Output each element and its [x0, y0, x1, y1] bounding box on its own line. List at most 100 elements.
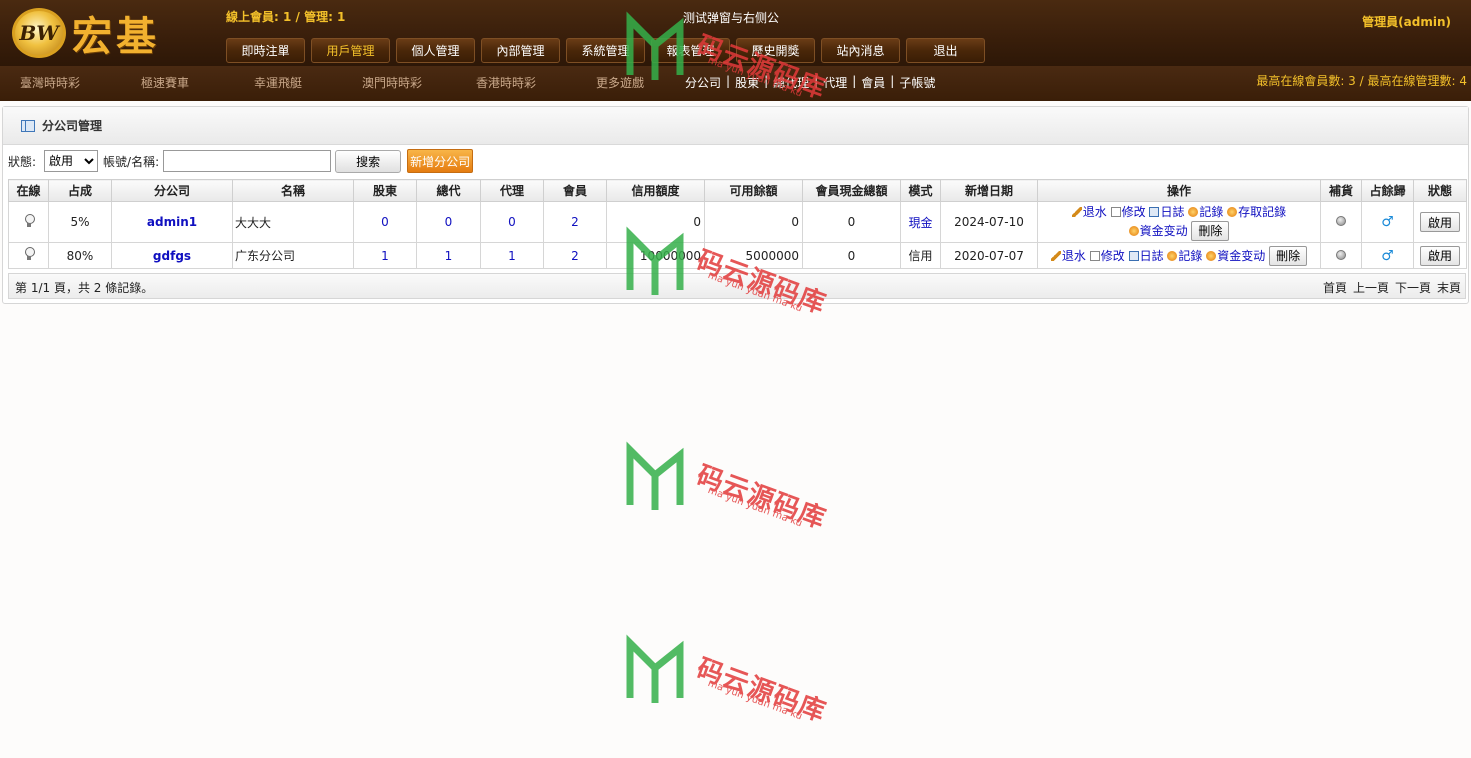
branch-link[interactable]: admin1 — [147, 215, 197, 229]
game-link-taiwan[interactable]: 臺灣時時彩 — [20, 74, 80, 91]
menu-reports[interactable]: 報表管理 — [651, 38, 730, 63]
pager-info: 第 1/1 頁，共 2 條記錄。 — [15, 281, 154, 295]
col-available: 可用餘額 — [704, 179, 803, 202]
mode-cell: 信用 — [900, 242, 941, 269]
mode-link[interactable]: 現金 — [908, 216, 932, 230]
male-icon[interactable]: ♂ — [1381, 214, 1394, 230]
op-fund-change[interactable]: 資金变动 — [1206, 249, 1265, 263]
sub-link-agent[interactable]: 代理 — [823, 74, 847, 91]
agent-count-link[interactable]: 0 — [508, 215, 516, 229]
logo-text: 宏基 — [72, 13, 160, 60]
sub-link-branch[interactable]: 分公司 — [685, 74, 721, 91]
op-record[interactable]: 記錄 — [1167, 249, 1202, 263]
panel-title-bar: 分公司管理 — [3, 107, 1468, 145]
edit-icon — [1110, 206, 1121, 217]
col-operations: 操作 — [1037, 179, 1321, 202]
delete-button[interactable]: 刪除 — [1269, 245, 1308, 266]
sub-link-shareholder[interactable]: 股東 — [735, 74, 759, 91]
window-icon — [21, 119, 35, 132]
branch-cell: admin1 — [111, 201, 233, 243]
op-edit[interactable]: 修改 — [1110, 205, 1146, 219]
online-cell — [8, 201, 49, 243]
branch-cell: gdfgs — [111, 242, 233, 269]
game-link-macau[interactable]: 澳門時時彩 — [362, 74, 422, 91]
record-icon — [1188, 206, 1199, 217]
coin-icon — [1128, 226, 1139, 236]
sub-link-general-agent[interactable]: 總代理 — [773, 74, 809, 91]
delete-button[interactable]: 刪除 — [1191, 220, 1230, 241]
sub-link-member[interactable]: 會員 — [861, 74, 885, 91]
menu-internal[interactable]: 內部管理 — [481, 38, 560, 63]
online-count: 線上會員: 1 / 管理: 1 — [226, 10, 346, 24]
male-icon[interactable]: ♂ — [1381, 248, 1394, 264]
member-cell: 2 — [543, 242, 607, 269]
status-select[interactable]: 啟用 — [44, 150, 99, 172]
menu-logout[interactable]: 退出 — [906, 38, 985, 63]
shareholder-count-link[interactable]: 1 — [381, 249, 389, 263]
op-rebate[interactable]: 退水 — [1071, 205, 1107, 219]
menu-messages[interactable]: 站內消息 — [821, 38, 900, 63]
op-log[interactable]: 日誌 — [1149, 205, 1185, 219]
game-link-hongkong[interactable]: 香港時時彩 — [476, 74, 536, 91]
menu-user-management[interactable]: 用戶管理 — [311, 38, 390, 63]
member-cell: 2 — [543, 201, 607, 243]
menu-draw-history[interactable]: 歷史開獎 — [736, 38, 815, 63]
op-rebate-label: 退水 — [1061, 249, 1086, 263]
menu-personal[interactable]: 個人管理 — [396, 38, 475, 63]
game-link-speed-racing[interactable]: 極速賽車 — [141, 74, 189, 91]
op-log[interactable]: 日誌 — [1128, 249, 1164, 263]
op-fund-change-label: 資金变动 — [1139, 224, 1188, 238]
op-edit[interactable]: 修改 — [1089, 249, 1125, 263]
member-count-link[interactable]: 2 — [571, 215, 579, 229]
account-search-input[interactable] — [163, 150, 332, 172]
account-label: 帳號/名稱: — [103, 154, 160, 169]
pager-prev[interactable]: 上一頁 — [1353, 279, 1389, 296]
user-type-links: 分公司 | 股東 | 總代理 | 代理 | 會員 | 子帳號 — [685, 74, 935, 91]
op-rebate[interactable]: 退水 — [1050, 249, 1086, 263]
add-branch-button[interactable]: 新增分公司 — [407, 149, 474, 173]
radio-dot-icon[interactable] — [1336, 216, 1346, 226]
agent-count-link[interactable]: 1 — [508, 249, 516, 263]
pager-last[interactable]: 末頁 — [1437, 279, 1461, 296]
menu-system[interactable]: 系統管理 — [566, 38, 645, 63]
op-fund-change[interactable]: 資金变动 — [1128, 224, 1188, 238]
coin-icon — [1206, 251, 1217, 261]
status-cell: 啟用 — [1413, 242, 1467, 269]
shareholder-cell: 1 — [353, 242, 417, 269]
watermark-subtext: ma yun yuan ma ku — [706, 485, 804, 530]
watermark-text: 码云源码库 — [692, 460, 830, 536]
menu-live-bets[interactable]: 即時注單 — [226, 38, 305, 63]
coin-icon — [1227, 206, 1238, 217]
general-agent-count-link[interactable]: 1 — [445, 249, 453, 263]
search-button[interactable]: 搜索 — [335, 149, 402, 173]
watermark-logo-icon — [626, 441, 684, 510]
shareholder-count-link[interactable]: 0 — [381, 215, 389, 229]
game-link-more[interactable]: 更多遊戲 — [596, 74, 644, 91]
table-row: 5% admin1 大大大 0 0 0 2 0 0 0 現金 2024-07-1… — [8, 201, 1467, 243]
op-record[interactable]: 記錄 — [1188, 205, 1223, 219]
pager-next[interactable]: 下一頁 — [1395, 279, 1431, 296]
share-cell: 5% — [48, 201, 112, 243]
status-toggle-button[interactable]: 啟用 — [1420, 212, 1460, 232]
pagination: 首頁 上一頁 下一頁 末頁 — [1317, 279, 1461, 296]
col-remainder: 占餘歸 — [1361, 179, 1414, 202]
remainder-cell: ♂ — [1361, 242, 1414, 269]
status-toggle-button[interactable]: 啟用 — [1420, 245, 1460, 266]
admin-user-label[interactable]: 管理員(admin) — [1362, 13, 1451, 30]
op-record-label: 記錄 — [1178, 249, 1203, 263]
member-count-link[interactable]: 2 — [571, 249, 579, 263]
radio-dot-icon[interactable] — [1336, 249, 1346, 260]
sub-link-sub-account[interactable]: 子帳號 — [899, 74, 935, 91]
pager-first[interactable]: 首頁 — [1323, 279, 1347, 296]
col-credit: 信用額度 — [606, 179, 705, 202]
separator: | — [852, 74, 857, 88]
general-agent-count-link[interactable]: 0 — [445, 215, 453, 229]
pencil-icon — [1071, 206, 1082, 217]
date-cell: 2020-07-07 — [940, 242, 1038, 269]
branch-link[interactable]: gdfgs — [153, 249, 191, 263]
op-deposit-record[interactable]: 存取記錄 — [1227, 205, 1286, 219]
col-online: 在線 — [8, 179, 49, 202]
game-link-lucky-boat[interactable]: 幸運飛艇 — [254, 74, 302, 91]
agent-cell: 1 — [480, 242, 544, 269]
col-replenish: 補貨 — [1320, 179, 1362, 202]
